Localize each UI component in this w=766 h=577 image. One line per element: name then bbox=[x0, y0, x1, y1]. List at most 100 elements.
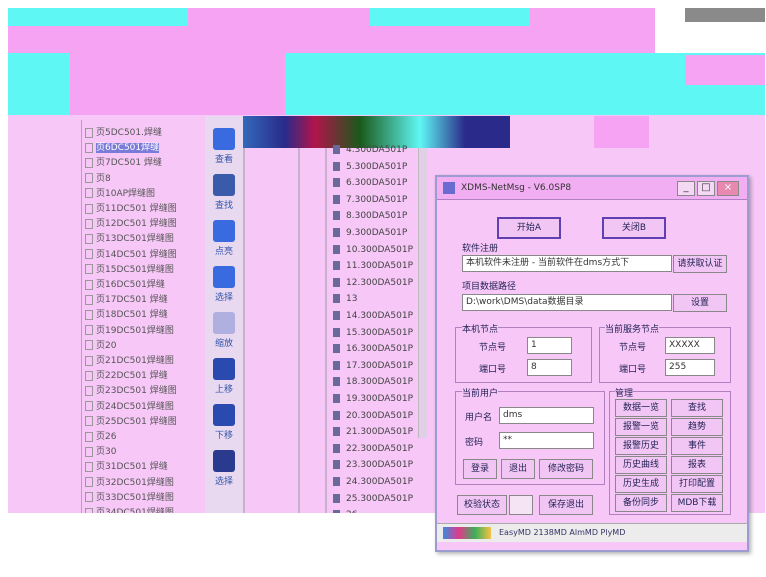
file-item[interactable]: 25.300DA501P bbox=[333, 493, 413, 511]
verify-status-button[interactable]: 校验状态 bbox=[457, 495, 507, 515]
manage-button[interactable]: 查找 bbox=[671, 399, 723, 417]
tool-button[interactable]: 缩放 bbox=[209, 312, 239, 352]
tree-item[interactable]: 页32DC501焊缝图 bbox=[85, 475, 174, 490]
file-item[interactable]: 18.300DA501P bbox=[333, 377, 413, 394]
manage-button[interactable]: 报警历史 bbox=[615, 437, 667, 455]
file-item[interactable]: 17.300DA501P bbox=[333, 360, 414, 378]
manage-button[interactable]: 趋势 bbox=[671, 418, 723, 436]
file-item-label: 12.300DA501P bbox=[346, 277, 414, 288]
tree-item[interactable]: 页8 bbox=[85, 171, 111, 186]
tree-item[interactable]: 页16DC501焊缝 bbox=[85, 277, 165, 292]
file-item[interactable]: 12.300DA501P bbox=[333, 277, 414, 295]
project-tree[interactable]: 页5DC501.焊缝 页6DC501焊缝 页7DC501 焊缝 页8 页10AP焊缝图页… bbox=[45, 120, 205, 574]
tree-item[interactable]: 页15DC501焊缝图 bbox=[85, 262, 174, 277]
tree-item[interactable]: 页5DC501.焊缝 bbox=[85, 125, 162, 140]
change-password-button[interactable]: 修改密码 bbox=[539, 459, 593, 479]
minimize-icon[interactable]: _ bbox=[677, 181, 695, 196]
file-scrollbar[interactable] bbox=[418, 148, 427, 438]
manage-button[interactable]: 数据一览 bbox=[615, 399, 667, 417]
manage-button[interactable]: MDB下载 bbox=[671, 494, 723, 512]
manage-button[interactable]: 历史生成 bbox=[615, 475, 667, 493]
file-item[interactable]: 15.300DA501P bbox=[333, 327, 413, 345]
file-item[interactable]: 14.300DA501P bbox=[333, 311, 413, 328]
tool-button[interactable]: 上移 bbox=[209, 358, 239, 398]
tool-button[interactable]: 查看 bbox=[209, 128, 239, 168]
file-item-label: 20.300DA501P bbox=[346, 410, 414, 421]
file-item[interactable]: 23.300DA501P bbox=[333, 460, 413, 477]
file-item[interactable]: 22.300DA501P bbox=[333, 443, 413, 461]
register-button[interactable]: 请获取认证 bbox=[673, 255, 727, 273]
tree-item[interactable]: 页17DC501 焊缝 bbox=[85, 292, 168, 307]
tree-item[interactable]: 页33DC501焊缝图 bbox=[85, 490, 174, 505]
tree-item[interactable]: 页12DC501 焊缝图 bbox=[85, 216, 177, 231]
tree-item[interactable]: 页19DC501焊缝图 bbox=[85, 323, 174, 338]
local-port-field[interactable]: 8 bbox=[527, 359, 572, 376]
tool-button[interactable]: 下移 bbox=[209, 404, 239, 444]
logout-button[interactable]: 退出 bbox=[501, 459, 535, 479]
data-dir-button[interactable]: 设置 bbox=[673, 294, 727, 312]
file-item[interactable]: 7.300DA501P bbox=[333, 194, 407, 212]
file-item[interactable]: 8.300DA501P bbox=[333, 211, 407, 228]
tree-item[interactable]: 页21DC501焊缝图 bbox=[85, 353, 174, 368]
tree-item[interactable]: 页23DC501 焊缝图 bbox=[85, 383, 177, 398]
file-item[interactable]: 16.300DA501P bbox=[333, 344, 413, 361]
tree-item[interactable]: 页24DC501焊缝图 bbox=[85, 399, 174, 414]
manage-button[interactable]: 历史曲线 bbox=[615, 456, 667, 474]
tree-item[interactable]: 页6DC501焊缝 bbox=[85, 140, 160, 155]
file-item[interactable]: 13 bbox=[333, 294, 357, 311]
tree-item-label: 页16DC501焊缝 bbox=[96, 280, 165, 290]
login-button[interactable]: 登录 bbox=[463, 459, 497, 479]
user-name-field[interactable]: dms bbox=[499, 407, 594, 424]
tree-item[interactable]: 页20 bbox=[85, 338, 116, 353]
file-item[interactable]: 21.300DA501P bbox=[333, 427, 413, 444]
open-button[interactable]: 开始A bbox=[497, 217, 561, 239]
file-item[interactable]: 10.300DA501P bbox=[333, 244, 413, 262]
file-item[interactable]: 24.300DA501P bbox=[333, 477, 413, 494]
file-item[interactable]: 5.300DA501P bbox=[333, 161, 407, 179]
file-item[interactable]: 20.300DA501P bbox=[333, 410, 414, 428]
tree-item[interactable]: 页14DC501 焊缝图 bbox=[85, 247, 177, 262]
tree-item[interactable]: 页13DC501焊缝图 bbox=[85, 231, 174, 246]
tool-button[interactable]: 点亮 bbox=[209, 220, 239, 260]
local-node-num-field[interactable]: 1 bbox=[527, 337, 572, 354]
file-item[interactable]: 11.300DA501P bbox=[333, 261, 413, 278]
tree-item-label: 页32DC501焊缝图 bbox=[96, 477, 174, 488]
tree-item[interactable]: 页11DC501 焊缝图 bbox=[85, 201, 177, 216]
user-label: 当前用户 bbox=[462, 386, 499, 399]
tree-item[interactable]: 页26 bbox=[85, 429, 116, 444]
manage-button[interactable]: 备份同步 bbox=[615, 494, 667, 512]
file-item[interactable]: 6.300DA501P bbox=[333, 178, 407, 195]
tree-item[interactable]: 页7DC501 焊缝 bbox=[85, 155, 162, 170]
file-item[interactable]: 4.300DA501P bbox=[333, 145, 407, 162]
server-port-field[interactable]: 255 bbox=[665, 359, 715, 376]
file-item-label: 14.300DA501P bbox=[346, 311, 414, 321]
maximize-icon[interactable]: □ bbox=[697, 181, 715, 196]
verify-spin[interactable] bbox=[509, 495, 533, 515]
manage-button[interactable]: 事件 bbox=[671, 437, 723, 455]
tree-item[interactable]: 页30 bbox=[85, 444, 116, 459]
tree-item[interactable]: 页25DC501 焊缝图 bbox=[85, 414, 177, 429]
tree-item[interactable]: 页10AP焊缝图 bbox=[85, 186, 155, 201]
tree-item[interactable]: 页18DC501 焊缝 bbox=[85, 307, 168, 322]
file-item[interactable]: 19.300DA501P bbox=[333, 394, 413, 411]
close-button[interactable]: 关闭B bbox=[602, 217, 666, 239]
tool-button[interactable]: 选择 bbox=[209, 266, 239, 306]
tool-button[interactable]: 查找 bbox=[209, 174, 239, 214]
server-node-num-field[interactable]: XXXXX bbox=[665, 337, 715, 354]
manage-button[interactable]: 报表 bbox=[671, 456, 723, 474]
data-dir-field[interactable]: D:\work\DMS\data数据目录 bbox=[462, 294, 672, 311]
page-icon bbox=[85, 157, 93, 168]
save-exit-button[interactable]: 保存退出 bbox=[539, 495, 593, 515]
close-icon[interactable]: × bbox=[717, 181, 739, 196]
user-pwd-field[interactable]: ** bbox=[499, 432, 594, 449]
tool-button[interactable]: 选择 bbox=[209, 450, 239, 490]
tree-item[interactable]: 页31DC501 焊缝 bbox=[85, 459, 168, 474]
file-item-label: 17.300DA501P bbox=[346, 360, 414, 371]
file-item[interactable]: 9.300DA501P bbox=[333, 228, 407, 245]
manage-button[interactable]: 报警一览 bbox=[615, 418, 667, 436]
manage-button[interactable]: 打印配置 bbox=[671, 475, 723, 493]
tree-item[interactable]: 页22DC501 焊缝 bbox=[85, 368, 168, 383]
page-icon bbox=[85, 431, 93, 442]
page-icon bbox=[85, 355, 93, 366]
file-icon bbox=[333, 228, 340, 237]
